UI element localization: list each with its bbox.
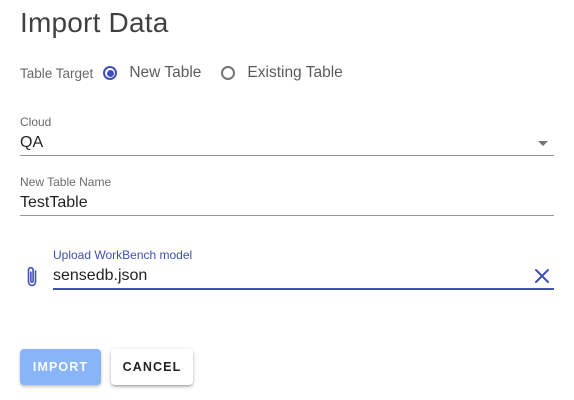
upload-input-row[interactable]: sensedb.json — [53, 262, 554, 288]
cancel-button[interactable]: CANCEL — [111, 349, 193, 385]
radio-new-table-label[interactable]: New Table — [129, 64, 201, 82]
paperclip-icon[interactable] — [24, 265, 40, 289]
radio-checked-icon[interactable] — [103, 66, 118, 80]
close-icon[interactable] — [533, 267, 551, 285]
radio-unchecked-icon[interactable] — [221, 66, 236, 80]
new-table-name-input-row[interactable]: TestTable — [20, 189, 554, 215]
upload-label: Upload WorkBench model — [53, 248, 193, 262]
radio-existing-table[interactable]: Existing Table — [221, 64, 343, 82]
upload-workbench-model: Upload WorkBench model sensedb.json — [20, 248, 554, 296]
upload-filename-input[interactable]: sensedb.json — [53, 264, 147, 288]
radio-new-table[interactable]: New Table — [103, 64, 201, 82]
cloud-select[interactable]: Cloud QA — [20, 115, 554, 156]
radio-dot — [106, 69, 114, 77]
new-table-name-field[interactable]: New Table Name TestTable — [20, 175, 554, 216]
new-table-name-label: New Table Name — [20, 175, 112, 189]
table-target-label: Table Target — [20, 65, 94, 81]
dropdown-arrow-icon[interactable] — [538, 140, 548, 146]
upload-field[interactable]: Upload WorkBench model sensedb.json — [53, 248, 554, 290]
new-table-name-underline — [20, 215, 554, 216]
import-data-dialog: Import Data Table Target New Table Exist… — [0, 0, 574, 400]
cloud-label: Cloud — [20, 115, 52, 129]
import-button[interactable]: IMPORT — [20, 349, 101, 385]
radio-existing-table-label[interactable]: Existing Table — [247, 64, 342, 82]
new-table-name-input[interactable]: TestTable — [20, 191, 88, 215]
upload-underline — [53, 288, 554, 290]
cloud-value[interactable]: QA — [20, 131, 43, 155]
table-target-radio-group: Table Target New Table Existing Table — [20, 60, 363, 86]
dialog-title: Import Data — [20, 7, 169, 38]
cloud-select-value-row[interactable]: QA — [20, 129, 554, 155]
cloud-underline — [20, 155, 554, 156]
